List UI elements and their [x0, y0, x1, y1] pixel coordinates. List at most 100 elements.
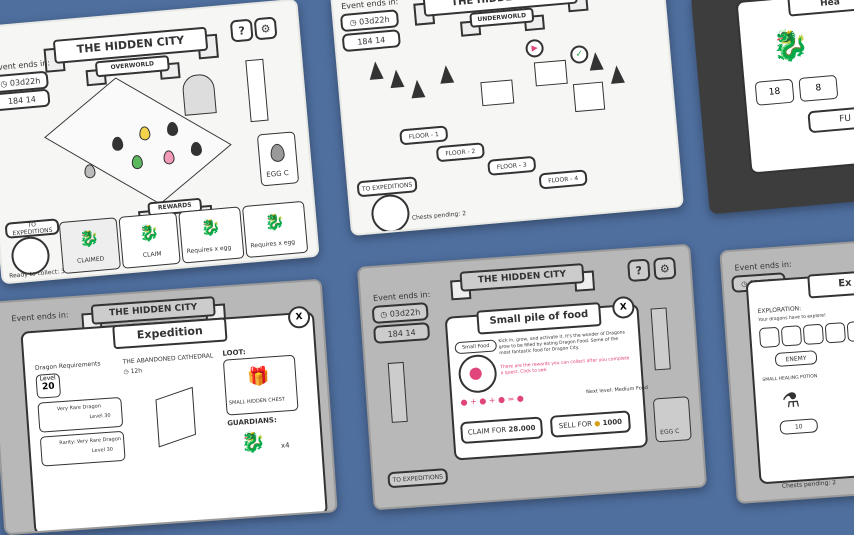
exploration-slot[interactable]: [802, 323, 825, 345]
egg-c-label: EGG C: [266, 169, 290, 179]
floor-label: FLOOR - 4: [547, 174, 579, 185]
food-label: Small Food: [461, 342, 490, 351]
expeditions-portal[interactable]: [369, 193, 412, 235]
title-banner: THE HIDDEN CITY: [459, 263, 585, 292]
exploration-slot[interactable]: [758, 326, 781, 349]
to-expeditions-label: TO EXPEDITIONS: [12, 221, 53, 238]
exploration-slot[interactable]: [780, 325, 803, 347]
potion-icon: ⚗: [781, 387, 801, 413]
help-button[interactable]: ?: [627, 258, 651, 283]
loot-box[interactable]: 🎁 SMALL HIDDEN CHEST: [222, 354, 299, 416]
help-button[interactable]: ?: [229, 18, 254, 43]
stat-a: 184: [356, 36, 373, 47]
reward-status: Requires x egg: [186, 244, 232, 256]
expedition-title: Expedition: [136, 324, 204, 342]
pillar: [650, 307, 671, 371]
event-ends-label: Event ends in:: [11, 310, 69, 324]
dragon-icon: 🐉: [263, 211, 286, 233]
potion-buy-button[interactable]: 10: [779, 418, 819, 435]
screen-expedition: Event ends in: THE HIDDEN CITY Expeditio…: [0, 278, 338, 535]
button-label: FU: [838, 113, 852, 125]
sell-button[interactable]: SELL FOR ● 1000: [549, 410, 632, 438]
timer-box: ◷ 03d22h: [371, 302, 429, 324]
house-icon[interactable]: [533, 59, 568, 87]
exploration-slot[interactable]: [846, 320, 854, 342]
modal-title-banner: Hea: [787, 0, 854, 17]
food-pig-icon: ●: [516, 393, 525, 404]
reward-status: CLAIM: [142, 250, 162, 259]
to-expeditions-button[interactable]: TO EXPEDITIONS: [4, 218, 60, 239]
reward-card[interactable]: 🐉 Requires x egg: [178, 206, 245, 264]
check-marker-icon[interactable]: ✓: [569, 44, 590, 65]
tree-icon: [368, 60, 384, 80]
food-pig-icon: ●: [460, 397, 468, 408]
tree-icon: [409, 79, 426, 99]
arch-gate: [181, 73, 217, 116]
floor-4-button[interactable]: FLOOR - 4: [538, 169, 588, 190]
to-expeditions-label: TO EXPEDITIONS: [392, 472, 444, 484]
screen-food: Event ends in: ◷ 03d22h 184 14 THE HIDDE…: [356, 243, 708, 511]
reward-card[interactable]: 🐉 Requires x egg: [241, 200, 309, 258]
house-icon[interactable]: [480, 79, 515, 107]
close-button[interactable]: X: [287, 305, 311, 330]
gear-icon: ⚙: [659, 261, 671, 276]
settings-button[interactable]: ⚙: [653, 256, 677, 281]
claim-button[interactable]: CLAIM FOR 28.000: [459, 416, 544, 445]
duration: ◷ 12h: [123, 367, 142, 375]
coin-icon: ●: [593, 419, 601, 428]
timer-text: 03d22h: [9, 75, 41, 88]
guardian-count: x4: [280, 441, 290, 450]
egg-c-slot[interactable]: EGG C: [652, 396, 692, 443]
tree-icon: [609, 64, 625, 84]
dragon-icon: 🐉: [199, 217, 222, 238]
play-marker-icon[interactable]: ▶: [524, 38, 545, 59]
loot-item: SMALL HIDDEN CHEST: [228, 396, 286, 407]
timer-text: 03d22h: [358, 14, 390, 27]
floor-2-button[interactable]: FLOOR - 2: [435, 142, 485, 163]
egg-c-icon: [269, 143, 286, 163]
dragon-icon: 🐉: [770, 27, 811, 66]
egg-c-slot[interactable]: EGG C: [256, 131, 300, 187]
help-text: ?: [237, 23, 246, 38]
dragon-requirements-header: Dragon Requirements: [34, 360, 101, 372]
stat-slot: 18: [754, 78, 795, 106]
screen-partial-dark: Hea 🐉 18 8 FU: [690, 0, 854, 215]
dragon-slot[interactable]: Very Rare Dragon Level 30: [37, 396, 124, 433]
rarity-text: Rarity: Very Rare Dragon: [59, 436, 122, 447]
reward-status: Requires x egg: [250, 238, 296, 250]
title-text: THE HIDDEN CITY: [477, 269, 567, 286]
tree-icon: [438, 64, 455, 84]
rarity-text: Very Rare Dragon: [56, 403, 102, 413]
floor-1-button[interactable]: FLOOR - 1: [399, 125, 449, 146]
cathedral-icon: [155, 386, 197, 448]
chests-pending: Chests pending: 2: [411, 210, 467, 222]
reward-card[interactable]: 🐉 CLAIM: [118, 211, 181, 269]
title-text: THE HIDDEN CITY: [108, 302, 198, 319]
clock-icon: ◷: [379, 309, 388, 319]
timer-text: 03d22h: [389, 307, 421, 319]
sell-price: 1000: [602, 417, 623, 428]
to-expeditions-label: TO EXPEDITIONS: [361, 181, 413, 193]
subtitle-text: UNDERWORLD: [477, 12, 527, 24]
reward-card[interactable]: 🐉 CLAIMED: [58, 217, 122, 275]
settings-button[interactable]: ⚙: [253, 16, 278, 41]
gear-icon: ⚙: [260, 21, 272, 36]
guardians-label: GUARDIANS:: [227, 416, 278, 428]
castle-icon[interactable]: [572, 81, 606, 113]
floor-3-button[interactable]: FLOOR - 3: [487, 155, 537, 176]
food-image: ●: [457, 353, 498, 395]
level-slot: Level 20: [35, 373, 62, 399]
food-icon: ●: [467, 362, 484, 383]
screen-overworld: THE HIDDEN CITY OVERWORLD Event ends in:…: [0, 0, 320, 285]
close-button[interactable]: X: [611, 295, 636, 320]
modal-action-button[interactable]: FU: [807, 104, 854, 134]
enemy-button[interactable]: ENEMY: [774, 350, 818, 368]
dragon-slot[interactable]: Rarity: Very Rare Dragon Level 30: [39, 430, 126, 467]
exploration-slot[interactable]: [824, 322, 847, 344]
timer-box: ◷ 03d22h: [339, 9, 400, 33]
egg-c-label: EGG C: [659, 427, 680, 437]
expedition-modal: Expedition X Dragon Requirements Level 2…: [20, 305, 328, 535]
reward-status: CLAIMED: [76, 255, 105, 265]
rewards-row: 🐉 CLAIMED 🐉 CLAIM 🐉 Requires x egg 🐉 Req…: [58, 200, 313, 275]
to-expeditions-button[interactable]: TO EXPEDITIONS: [387, 468, 449, 489]
